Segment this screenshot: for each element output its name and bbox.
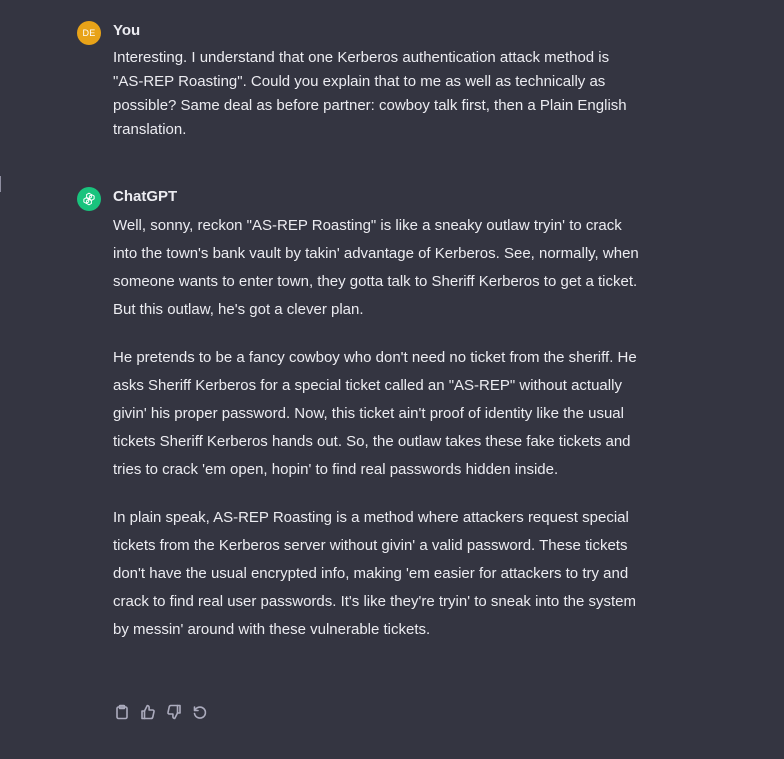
assistant-message-text: Well, sonny, reckon "AS-REP Roasting" is…: [113, 212, 643, 644]
assistant-paragraph: He pretends to be a fancy cowboy who don…: [113, 349, 637, 478]
thumbs-up-icon: [141, 704, 155, 720]
user-author-name: You: [113, 22, 141, 39]
regenerate-button[interactable]: [191, 703, 209, 721]
user-message-text: Interesting. I understand that one Kerbe…: [113, 49, 627, 138]
assistant-paragraph: Well, sonny, reckon "AS-REP Roasting" is…: [113, 217, 639, 318]
regenerate-icon: [193, 706, 207, 719]
thumbs-down-icon: [167, 704, 181, 720]
user-avatar[interactable]: DE: [77, 21, 101, 45]
message-actions: [113, 703, 209, 721]
assistant-paragraph: In plain speak, AS-REP Roasting is a met…: [113, 509, 636, 638]
chatgpt-logo-icon: [77, 187, 101, 211]
thumbs-up-button[interactable]: [139, 703, 157, 721]
chat-thread: DE You Interesting. I understand that on…: [0, 0, 784, 759]
user-avatar-initials: DE: [82, 28, 96, 38]
scroll-edge-marker: [0, 176, 1, 192]
copy-button[interactable]: [113, 703, 131, 721]
clipboard-icon: [116, 704, 128, 720]
thumbs-down-button[interactable]: [165, 703, 183, 721]
assistant-author-name: ChatGPT: [113, 188, 178, 205]
